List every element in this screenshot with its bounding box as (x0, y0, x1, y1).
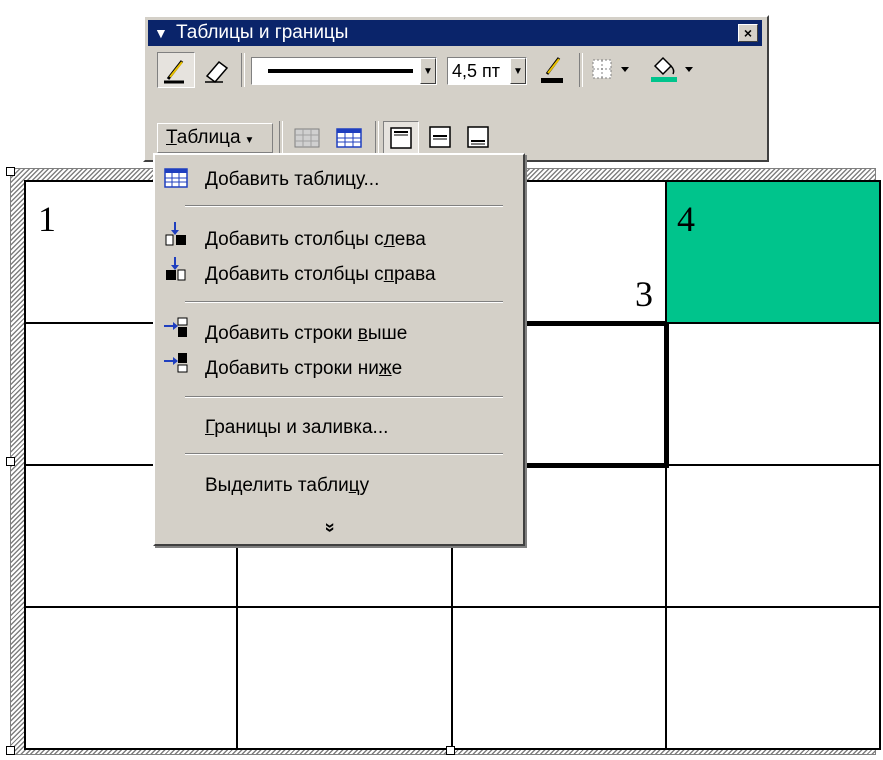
align-top-button[interactable] (383, 121, 419, 155)
shading-color-button[interactable] (645, 52, 705, 88)
menu-separator (185, 205, 503, 207)
merge-cells-button[interactable] (287, 121, 327, 155)
toolbar-separator (241, 53, 245, 87)
close-button[interactable]: × (738, 24, 758, 42)
insert-table-icon (164, 168, 188, 188)
menu-item-accel: л (383, 229, 395, 250)
draw-table-button[interactable] (157, 52, 195, 88)
menu-item-accel: в (357, 323, 368, 344)
toolbar-separator (579, 53, 583, 87)
table-cell-highlighted[interactable]: 4 (665, 180, 881, 324)
pencil-icon (164, 60, 184, 84)
tables-and-borders-toolbar: ▼ Таблицы и границы × ▼ 4,5 пт ▼ Таблица… (143, 15, 769, 162)
line-style-select[interactable]: ▼ (251, 57, 437, 85)
menu-item-accel: Д (205, 169, 219, 190)
menu-separator (185, 301, 503, 303)
table-button-label: аблица (176, 127, 241, 148)
table-cell[interactable] (451, 606, 667, 750)
line-style-sample (268, 69, 413, 73)
table-cell[interactable] (236, 606, 453, 750)
menu-item-insert-rows-above[interactable]: Добавить строки выше (205, 323, 407, 345)
menu-item-text: ыше (367, 323, 408, 344)
menu-item-accel: п (383, 264, 394, 285)
resize-handle[interactable] (446, 746, 455, 755)
paint-bucket-icon (651, 56, 693, 82)
cell-number-1: 1 (38, 199, 56, 239)
insert-columns-left-icon (165, 222, 186, 246)
align-center-vertical-icon (429, 126, 451, 148)
insert-rows-above-icon (164, 317, 188, 337)
menu-item-borders-and-shading[interactable]: Границы и заливка... (205, 417, 388, 439)
menu-item-text: рава (393, 264, 436, 285)
menu-item-text: раницы и заливка... (214, 417, 389, 438)
menu-item-insert-columns-right[interactable]: Добавить столбцы справа (205, 264, 436, 286)
toolbar-titlebar[interactable]: ▼ Таблицы и границы × (148, 20, 762, 46)
toolbar-separator (279, 121, 283, 155)
align-center-vertical-button[interactable] (423, 121, 459, 155)
line-weight-select[interactable]: 4,5 пт ▼ (447, 57, 527, 85)
menu-item-text: обавить таблицу... (218, 169, 380, 190)
resize-handle[interactable] (6, 746, 15, 755)
table-cell[interactable] (24, 606, 238, 750)
menu-item-text: Выделить табли (205, 475, 349, 496)
split-cells-icon (336, 128, 362, 148)
border-color-button[interactable] (535, 52, 571, 88)
border-color-pen-icon (541, 57, 563, 83)
menu-item-text: Добавить столбцы с (205, 229, 384, 250)
borders-icon (592, 59, 629, 79)
eraser-button[interactable] (199, 52, 235, 88)
toolbar-title: Таблицы и границы (176, 22, 349, 43)
align-top-icon (390, 127, 412, 149)
table-dropdown-menu: Добавить таблицу... Добавить столбцы сле… (153, 153, 525, 546)
align-bottom-button[interactable] (461, 121, 497, 155)
merge-cells-icon (294, 128, 320, 148)
toolbar-menu-arrow-icon[interactable]: ▼ (154, 20, 168, 46)
menu-item-accel: ц (348, 475, 360, 496)
table-button-accel: Т (166, 127, 177, 148)
line-weight-dropdown-arrow-icon[interactable]: ▼ (510, 58, 526, 84)
resize-handle[interactable] (6, 167, 15, 176)
menu-item-accel: Г (205, 417, 215, 438)
menu-separator (185, 396, 503, 398)
menu-item-accel: ж (378, 358, 392, 379)
cell-number-3: 3 (635, 273, 653, 314)
align-bottom-icon (467, 126, 489, 148)
table-cell[interactable] (665, 322, 881, 466)
expand-menu-chevron-icon[interactable]: » (320, 522, 341, 532)
borders-button[interactable] (587, 52, 641, 88)
split-cells-button[interactable] (329, 121, 369, 155)
cell-number-4: 4 (677, 199, 695, 239)
table-cell[interactable] (665, 606, 881, 750)
table-dropdown-arrow-icon: ▼ (244, 135, 255, 146)
insert-columns-right-icon (166, 257, 186, 281)
line-weight-value: 4,5 пт (452, 61, 501, 81)
line-style-dropdown-arrow-icon[interactable]: ▼ (420, 58, 436, 84)
menu-item-select-table[interactable]: Выделить таблицу (205, 475, 369, 497)
menu-item-text: Добавить строки (205, 323, 358, 344)
toolbar-separator (375, 121, 379, 155)
insert-rows-below-icon (164, 353, 188, 373)
menu-item-insert-columns-left[interactable]: Добавить столбцы слева (205, 229, 426, 251)
eraser-icon (205, 60, 229, 84)
table-cell[interactable] (665, 464, 881, 608)
resize-handle[interactable] (6, 457, 15, 466)
menu-item-text: ева (394, 229, 426, 250)
menu-separator (185, 453, 503, 455)
menu-item-text: е (391, 358, 403, 379)
menu-item-text: у (359, 475, 370, 496)
table-menu-button[interactable]: Таблица ▼ (157, 123, 273, 153)
menu-item-text: Добавить строки ни (205, 358, 379, 379)
menu-item-text: Добавить столбцы с (205, 264, 384, 285)
menu-item-insert-table[interactable]: Добавить таблицу... (205, 169, 379, 191)
menu-item-insert-rows-below[interactable]: Добавить строки ниже (205, 358, 402, 380)
